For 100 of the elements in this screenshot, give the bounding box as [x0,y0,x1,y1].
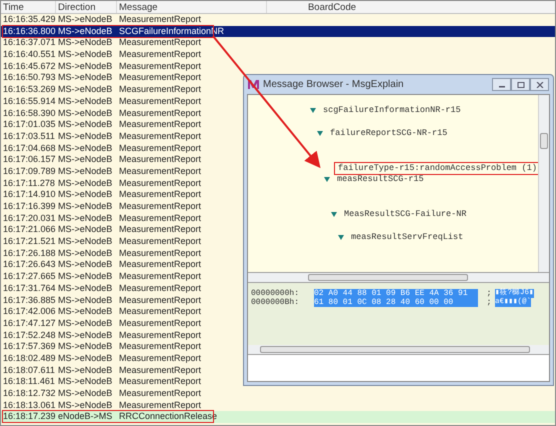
table-cell-text: 16:17:16.399 [2,201,56,213]
table-row[interactable]: 16:16:37.071 MS->eNodeB MeasurementReport [1,37,555,50]
hex-bytes: 61 80 01 0C 08 28 40 60 00 00 [314,298,478,307]
table-cell-text: MeasurementReport [118,189,202,202]
hex-bytes: 02 A0 44 88 01 09 B6 EE 4A 36 91 [314,289,478,298]
table-cell-text: 16:17:21.066 [2,224,56,236]
table-cell-text: MS->eNodeB [57,224,114,236]
table-cell-text: MS->eNodeB [57,248,114,260]
separator: ; [486,289,492,298]
expand-arrow-icon[interactable] [338,235,344,240]
table-row[interactable]: 16:16:35.429 MS->eNodeB MeasurementReport [1,14,555,26]
table-cell-text: MS->eNodeB [57,96,114,108]
hex-offset: 0000000Bh: [251,298,300,307]
table-cell-text: MS->eNodeB [57,14,114,26]
table-cell-text: MeasurementReport [118,330,202,342]
table-cell-text: 16:17:03.511 [2,130,56,143]
table-cell-text: MS->eNodeB [57,37,114,50]
app-icon [248,80,259,89]
tree-node[interactable]: measResultSCG-r15 [334,174,427,185]
tree-node[interactable]: failureReportSCG-NR-r15 [327,128,450,139]
expand-arrow-icon[interactable] [317,131,323,136]
table-cell-text: 16:17:04.668 [2,142,56,154]
tree-node[interactable]: scgFailureInformationNR-r15 [320,105,464,116]
table-cell-text: MS->eNodeB [57,154,114,166]
table-cell-text: MeasurementReport [118,37,202,50]
tree-node[interactable]: MeasResultSCG-Failure-NR [341,209,470,220]
table-cell-text: MeasurementReport [118,96,202,108]
table-cell-text: MeasurementReport [118,212,202,224]
expand-arrow-icon[interactable] [331,212,337,217]
scrollbar[interactable] [538,95,549,272]
close-icon [536,82,544,88]
scrollbar[interactable] [248,345,549,355]
table-cell-text: MeasurementReport [118,130,202,143]
table-cell-text: 16:16:58.390 [2,108,56,120]
table-cell-text: MeasurementReport [118,400,202,412]
table-cell-text: 16:18:17.239 [2,411,56,424]
table-cell-text: MS->eNodeB [57,108,114,120]
table-cell-text: MS->eNodeB [57,60,114,72]
table-cell-text: MeasurementReport [118,166,202,178]
table-cell-text: MeasurementReport [118,352,202,365]
table-cell-text: 16:16:36.800 [2,26,56,38]
column-header[interactable]: Message [117,1,267,13]
scrollbar[interactable] [248,273,549,283]
table-cell-text: MeasurementReport [118,108,202,120]
table-cell-text: MeasurementReport [118,72,202,84]
column-header[interactable]: BoardCode [267,1,397,13]
table-cell-text: MS->eNodeB [57,330,114,342]
close-button[interactable] [530,78,549,91]
table-cell-text: MS->eNodeB [57,26,114,38]
table-cell-text: MS->eNodeB [57,166,114,178]
table-cell-text: MS->eNodeB [57,72,114,84]
table-cell-text: MS->eNodeB [57,341,114,353]
maximize-icon [516,82,524,88]
table-cell-text: 16:17:52.248 [2,330,56,342]
table-row[interactable]: 16:16:40.551 MS->eNodeB MeasurementReport [1,49,555,61]
table-cell-text: MS->eNodeB [57,318,114,330]
table-cell-text: MS->eNodeB [57,364,114,376]
table-cell-text: 16:17:42.006 [2,306,56,318]
tree-node[interactable]: measResultServFreqList [348,232,466,243]
table-cell-text: 16:17:31.764 [2,282,56,295]
table-cell-text: MS->eNodeB [57,130,114,143]
maximize-button[interactable] [511,78,530,91]
table-cell-text: 16:17:09.789 [2,166,56,178]
table-cell-text: MS->eNodeB [57,178,114,190]
table-row[interactable]: 16:16:45.672 MS->eNodeB MeasurementReport [1,60,555,72]
table-cell-text: MeasurementReport [118,236,202,248]
table-cell-text: MS->eNodeB [57,294,114,306]
table-cell-text: MS->eNodeB [57,84,114,96]
table-cell-text: MeasurementReport [118,271,202,283]
table-cell-text: eNodeB->MS [57,411,114,424]
minimize-button[interactable] [492,78,511,91]
table-cell-text: 16:17:27.665 [2,271,56,283]
table-cell-text: 16:18:12.732 [2,388,56,400]
table-row[interactable]: 16:18:13.061 MS->eNodeB MeasurementReport [1,400,555,412]
table-cell-text: MeasurementReport [118,318,202,330]
table-cell-text: 16:16:45.672 [2,60,56,72]
table-cell-text: MeasurementReport [118,201,202,213]
table-cell-text: MS->eNodeB [57,119,114,131]
table-cell-text: 16:17:11.278 [2,178,56,190]
column-header[interactable]: Time [1,1,56,13]
table-cell-text: MS->eNodeB [57,352,114,365]
table-cell-text: MS->eNodeB [57,388,114,400]
column-header[interactable]: Direction [56,1,117,13]
table-cell-text: 16:17:36.885 [2,294,56,306]
expand-arrow-icon[interactable] [324,177,330,182]
table-cell-text: MeasurementReport [118,154,202,166]
table-cell-text: 16:18:02.489 [2,352,56,365]
table-cell-text: 16:17:47.127 [2,318,56,330]
table-cell-text: 16:16:50.793 [2,72,56,84]
table-cell-text: MS->eNodeB [57,306,114,318]
table-row[interactable]: 16:18:12.732 MS->eNodeB MeasurementReport [1,388,555,400]
table-cell-text: MS->eNodeB [57,271,114,283]
table-cell-text: MS->eNodeB [57,49,114,61]
tree-node[interactable]: failureType-r15:randomAccessProblem (1) [334,162,538,175]
table-cell-text: MeasurementReport [118,178,202,190]
table-cell-text: 16:16:37.071 [2,37,56,50]
expand-arrow-icon[interactable] [310,108,316,113]
table-cell-text: MS->eNodeB [57,400,114,412]
table-cell-text: MS->eNodeB [57,236,114,248]
window-title: Message Browser - MsgExplain [263,78,405,92]
